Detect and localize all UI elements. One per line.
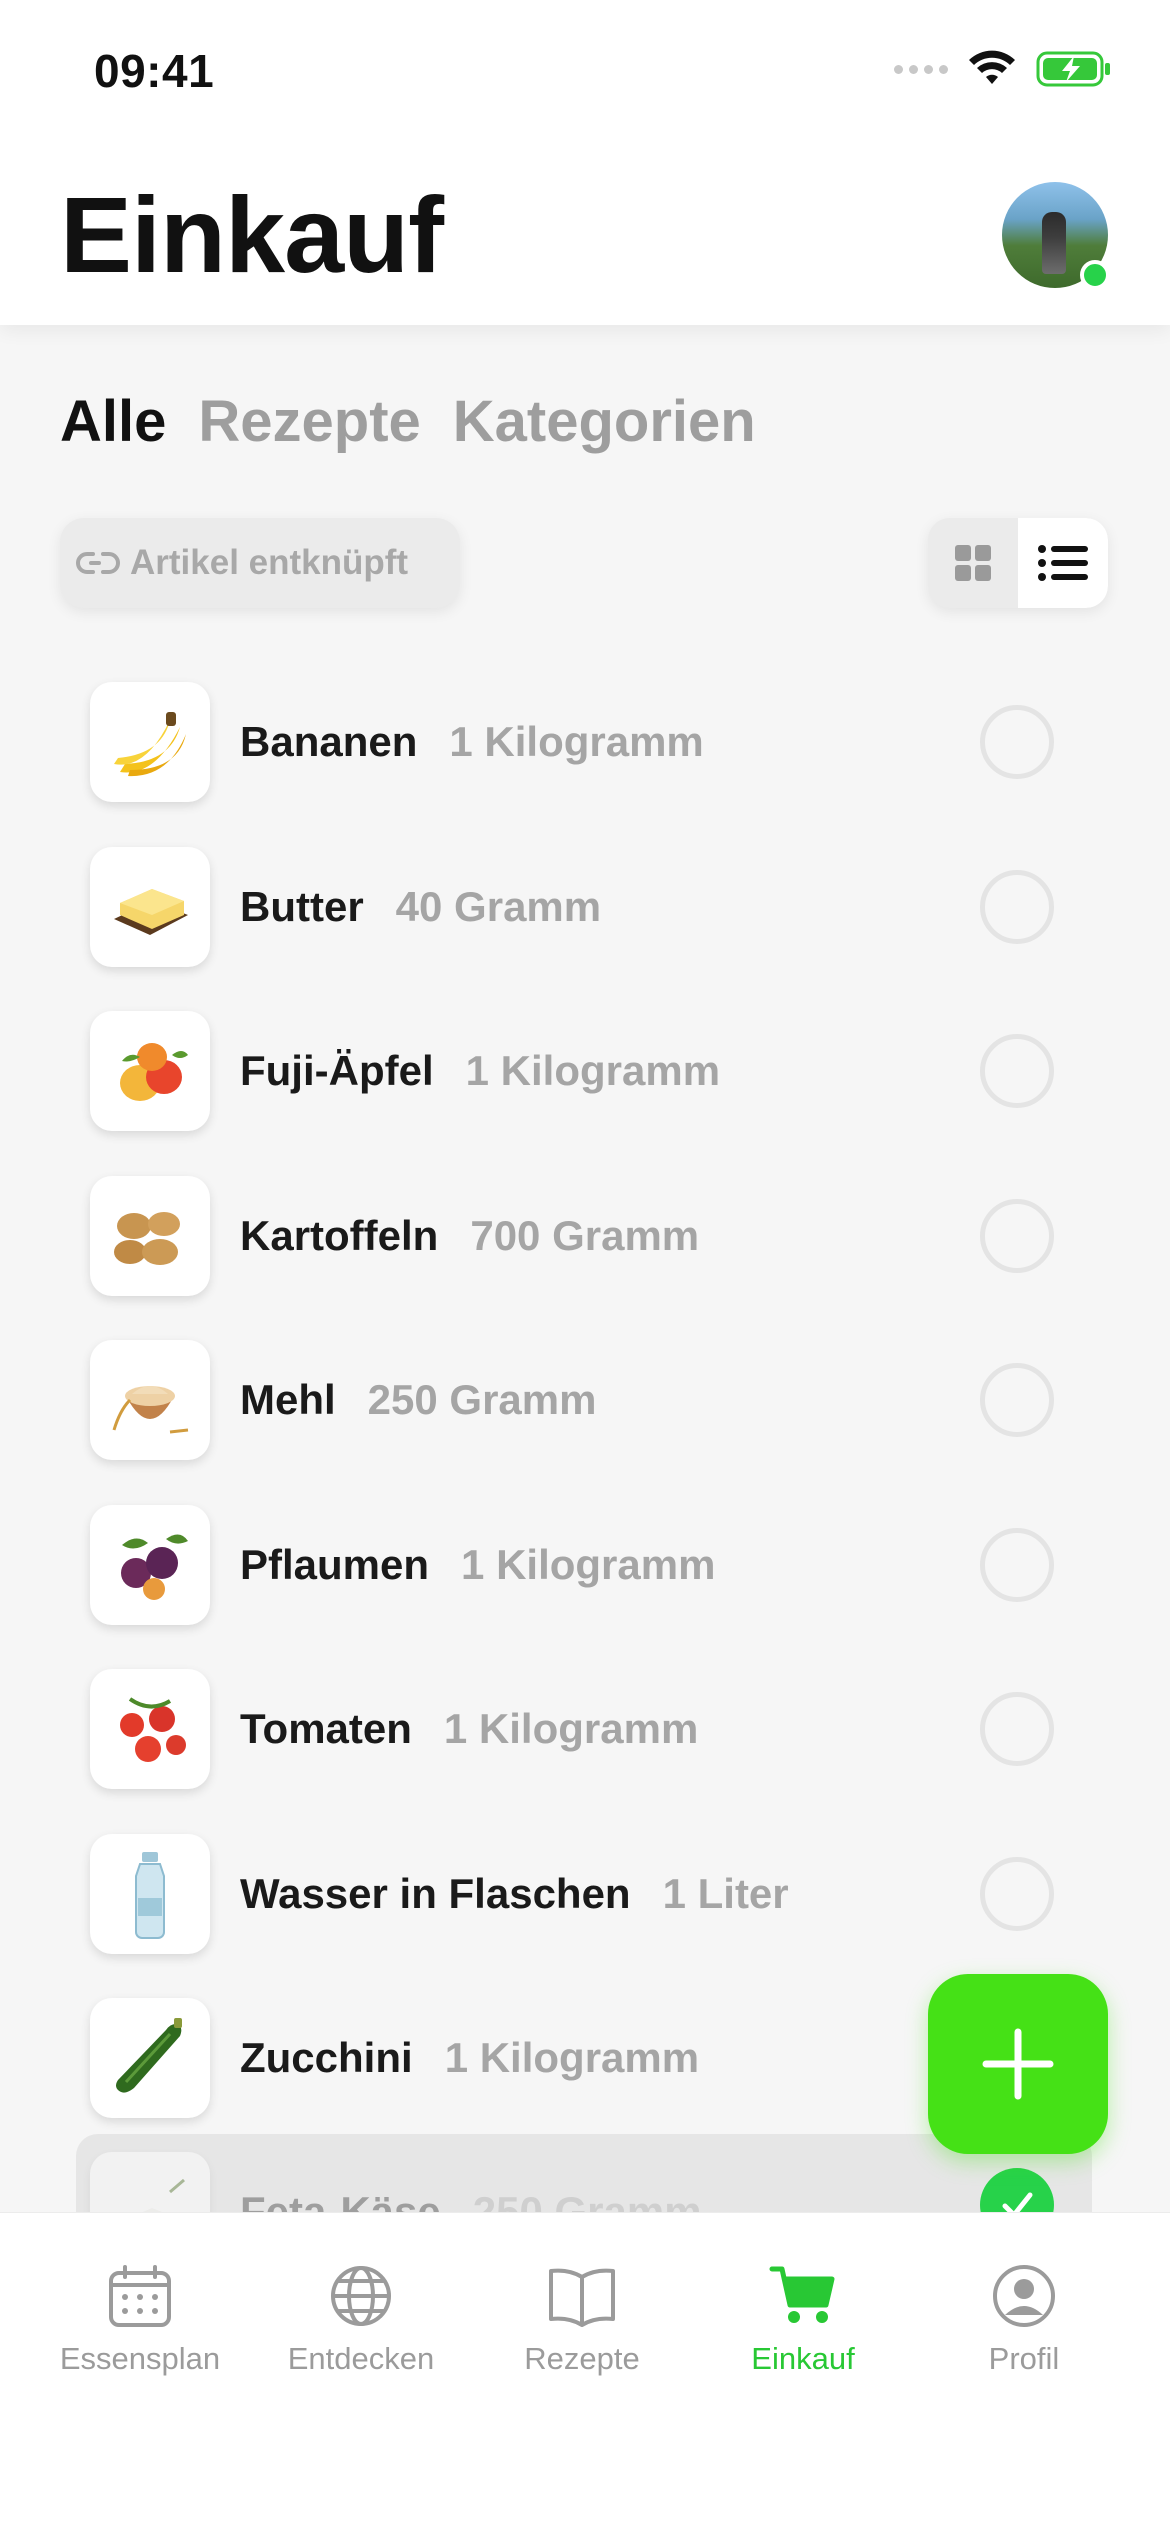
item-name: Mehl xyxy=(240,1376,336,1424)
grid-view-button[interactable] xyxy=(928,518,1018,608)
tab-kategorien[interactable]: Kategorien xyxy=(453,388,756,455)
item-name: Kartoffeln xyxy=(240,1211,439,1259)
item-checkbox[interactable] xyxy=(980,1034,1054,1109)
banana-icon xyxy=(90,682,210,803)
item-name: Wasser in Flaschen xyxy=(240,1869,631,1917)
cart-icon xyxy=(769,2266,835,2323)
list-item[interactable]: Tomaten 1 Kilogramm xyxy=(0,1647,1170,1812)
unlinked-items-button[interactable]: Artikel entknüpft xyxy=(60,518,460,608)
apple-icon xyxy=(90,1011,210,1132)
water-bottle-icon xyxy=(90,1833,210,1954)
wifi-icon xyxy=(969,50,1015,84)
list-item[interactable]: Mehl 250 Gramm xyxy=(0,1318,1170,1483)
globe-icon xyxy=(331,2266,391,2326)
add-item-button[interactable] xyxy=(928,1974,1108,2154)
list-item[interactable]: Bananen 1 Kilogramm xyxy=(0,660,1170,825)
status-time: 09:41 xyxy=(94,45,215,97)
list-view-button[interactable] xyxy=(1018,518,1108,608)
item-quantity: 40 Gramm xyxy=(395,882,602,930)
plus-icon xyxy=(982,2028,1054,2100)
view-mode-toggle xyxy=(928,518,1108,608)
list-item[interactable]: Butter 40 Gramm xyxy=(0,825,1170,990)
tomato-icon xyxy=(90,1669,210,1790)
page-title: Einkauf xyxy=(60,174,444,295)
potato-icon xyxy=(90,1175,210,1296)
status-icons xyxy=(894,50,1112,88)
nav-label: Entdecken xyxy=(287,2341,435,2376)
item-quantity: 1 Kilogramm xyxy=(443,1705,699,1753)
item-checkbox[interactable] xyxy=(980,1692,1054,1767)
calendar-icon xyxy=(109,2265,171,2327)
book-icon xyxy=(549,2268,615,2327)
item-checkbox[interactable] xyxy=(980,1856,1054,1931)
nav-label: Rezepte xyxy=(524,2341,640,2376)
nav-label: Essensplan xyxy=(59,2341,221,2376)
list-icon xyxy=(1038,545,1088,581)
battery-charging-icon xyxy=(1036,51,1110,87)
grid-icon xyxy=(955,545,991,581)
item-quantity: 1 Liter xyxy=(662,1869,789,1917)
unlinked-items-label: Artikel entknüpft xyxy=(130,543,409,582)
list-item[interactable]: Pflaumen 1 Kilogramm xyxy=(0,1483,1170,1648)
nav-essensplan[interactable]: Essensplan xyxy=(30,2263,250,2377)
item-name: Butter xyxy=(240,882,364,930)
item-quantity: 700 Gramm xyxy=(470,1211,700,1259)
plum-icon xyxy=(90,1504,210,1625)
list-item[interactable]: Kartoffeln 700 Gramm xyxy=(0,1154,1170,1319)
nav-einkauf[interactable]: Einkauf xyxy=(693,2263,913,2377)
item-checkbox[interactable] xyxy=(980,1363,1054,1438)
online-status-dot xyxy=(1080,260,1110,290)
screen: 09:41 Einkauf Alle Rezepte Kategorien Ar… xyxy=(0,0,1170,2532)
item-quantity: 1 Kilogramm xyxy=(461,1540,716,1588)
profile-icon xyxy=(993,2265,1055,2327)
item-name: Bananen xyxy=(240,718,418,766)
zucchini-icon xyxy=(90,1998,210,2119)
list-item[interactable]: Fuji-Äpfel 1 Kilogramm xyxy=(0,989,1170,1154)
item-checkbox[interactable] xyxy=(980,869,1054,944)
item-name: Fuji-Äpfel xyxy=(240,1047,434,1095)
header: 09:41 Einkauf xyxy=(0,0,1170,325)
tab-rezepte[interactable]: Rezepte xyxy=(198,388,420,455)
item-quantity: 1 Kilogramm xyxy=(465,1047,721,1095)
unlink-icon xyxy=(76,552,120,574)
item-checkbox[interactable] xyxy=(980,1198,1054,1273)
flour-icon xyxy=(90,1340,210,1461)
avatar[interactable] xyxy=(1002,182,1110,290)
item-name: Zucchini xyxy=(240,2034,413,2082)
item-quantity: 1 Kilogramm xyxy=(444,2034,700,2082)
item-checkbox[interactable] xyxy=(980,1527,1054,1602)
list-item[interactable]: Wasser in Flaschen 1 Liter xyxy=(0,1812,1170,1977)
nav-profil[interactable]: Profil xyxy=(914,2263,1134,2377)
avatar-photo xyxy=(1042,212,1066,274)
filter-tabs: Alle Rezepte Kategorien xyxy=(60,388,756,455)
shopping-list: Bananen 1 Kilogramm Butter 40 Gramm Fuji… xyxy=(0,660,1170,2141)
tab-alle[interactable]: Alle xyxy=(60,388,166,455)
item-name: Pflaumen xyxy=(240,1540,430,1588)
nav-entdecken[interactable]: Entdecken xyxy=(251,2263,471,2377)
nav-label: Einkauf xyxy=(751,2341,855,2376)
butter-icon xyxy=(90,846,210,967)
nav-label: Profil xyxy=(988,2341,1060,2376)
bottom-navigation: Essensplan Entdecken Rezepte Einkauf Pro… xyxy=(0,2212,1170,2532)
item-name: Tomaten xyxy=(240,1705,412,1753)
item-quantity: 250 Gramm xyxy=(367,1376,597,1424)
nav-rezepte[interactable]: Rezepte xyxy=(472,2263,692,2377)
item-checkbox[interactable] xyxy=(980,705,1054,780)
cellular-signal-icon xyxy=(894,64,948,74)
item-quantity: 1 Kilogramm xyxy=(449,718,704,766)
